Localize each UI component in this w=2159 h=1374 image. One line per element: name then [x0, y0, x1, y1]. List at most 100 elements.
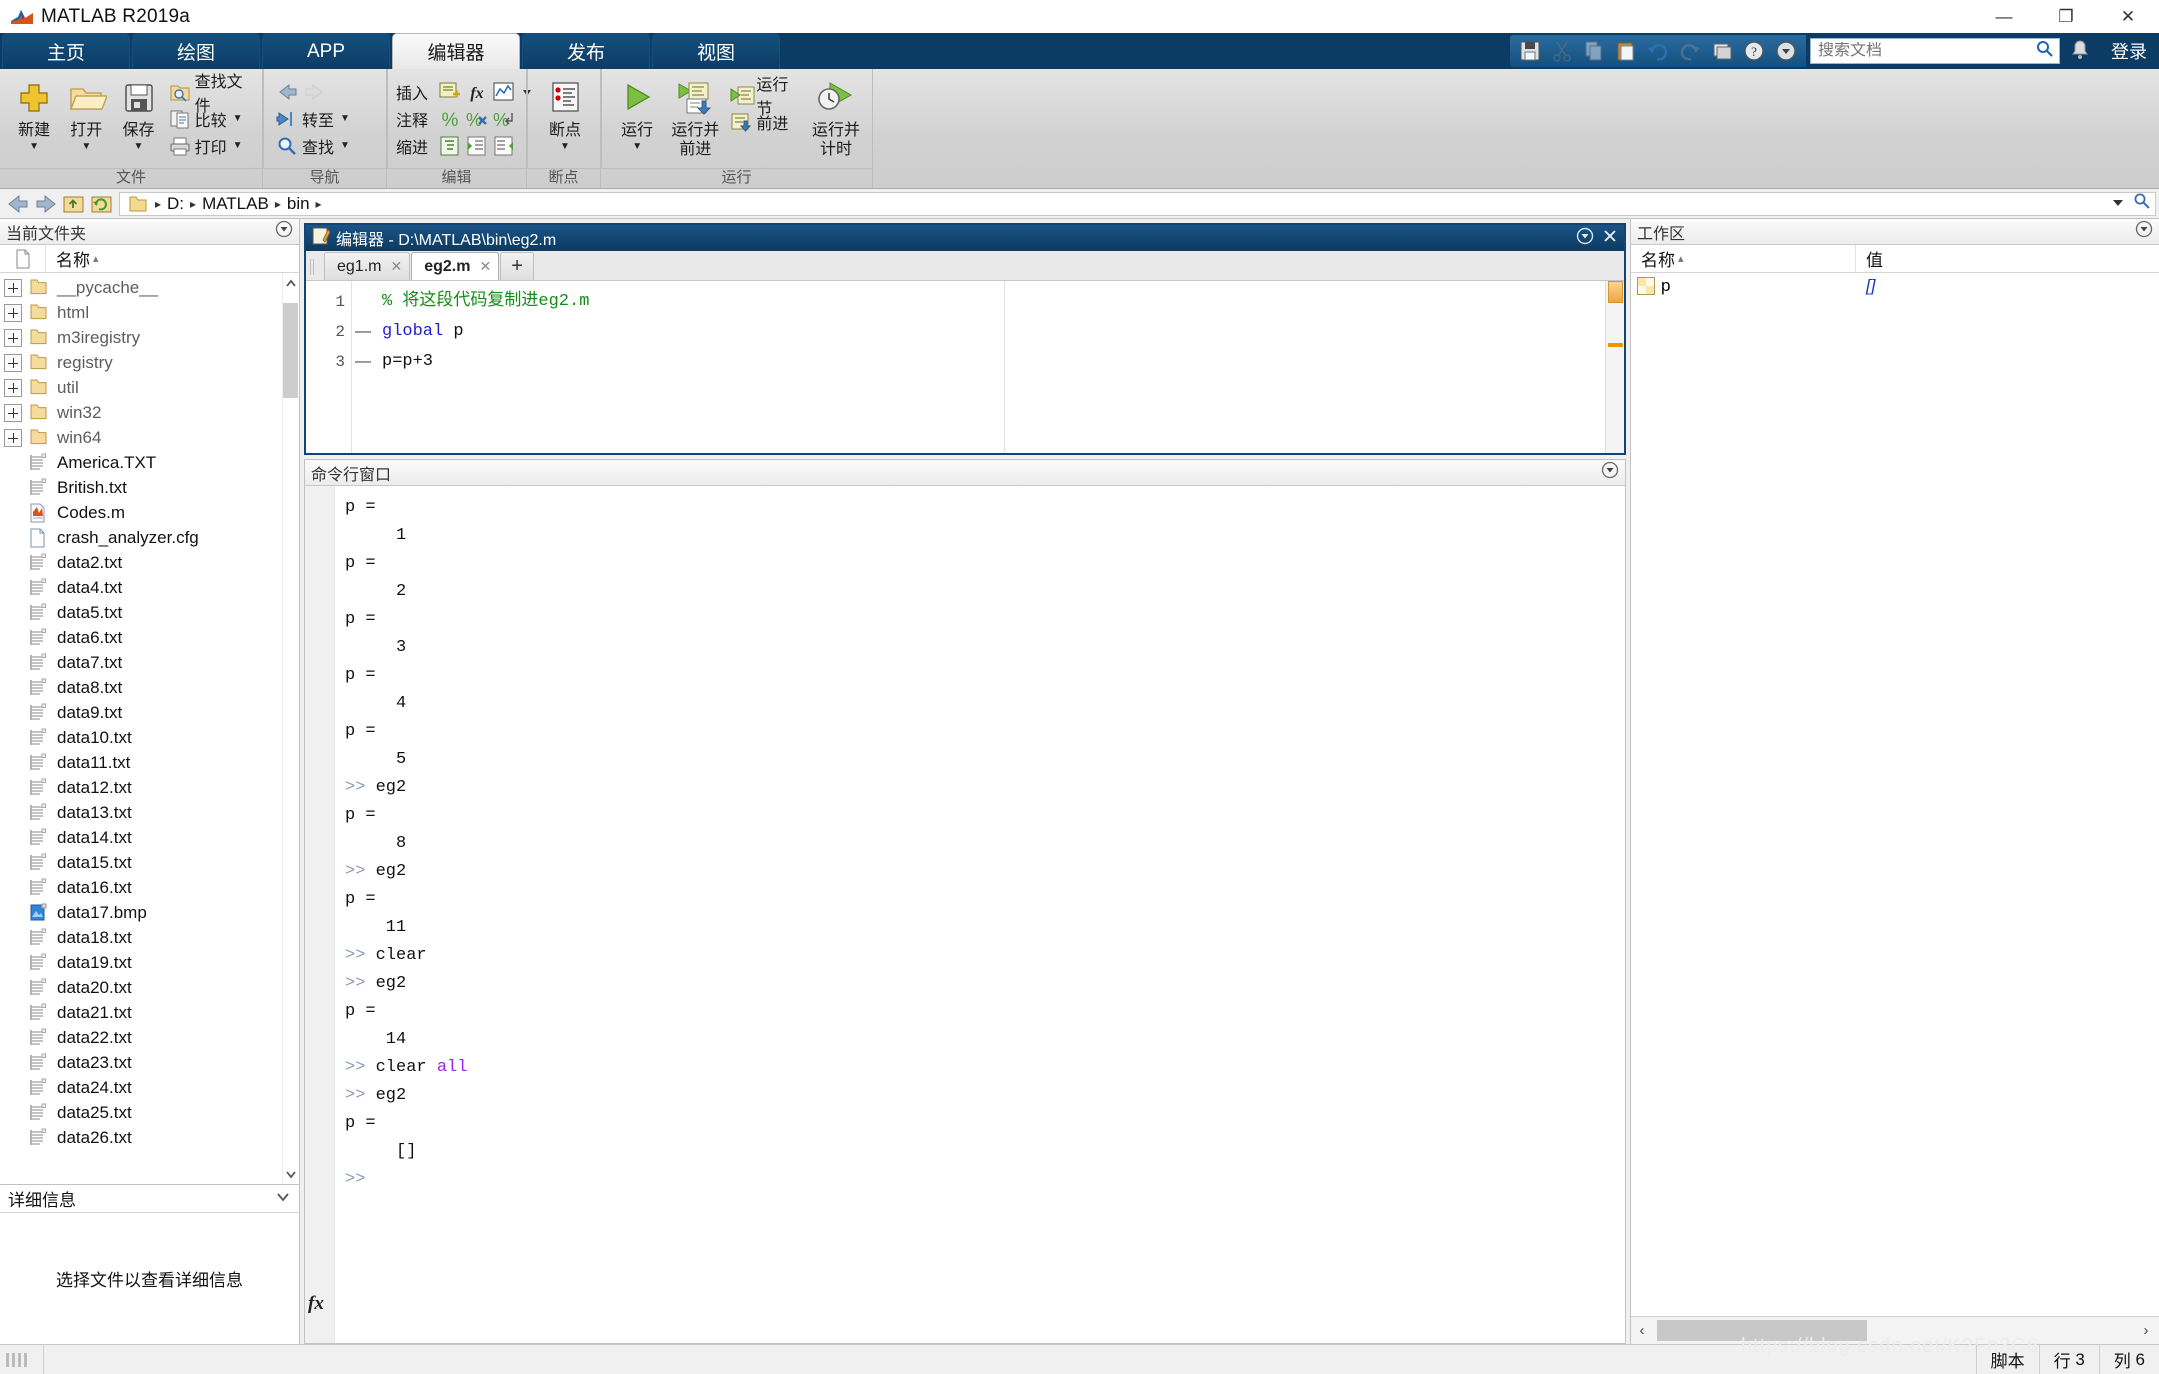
browse-icon[interactable] [2133, 192, 2151, 215]
wrap-comment-icon[interactable]: % [492, 107, 516, 131]
list-item[interactable]: data18.txt [0, 925, 299, 950]
breakpoint-caret[interactable]: ▼ [560, 141, 570, 153]
command-window-body[interactable]: fx p = 1 p = 2 p = 3 p = 4 p = 5 >> eg2 p = 8 >… [305, 486, 1625, 1343]
fx-icon[interactable]: fx [465, 80, 489, 104]
panel-menu-icon[interactable] [2135, 220, 2153, 243]
goto-caret[interactable]: ▼ [340, 113, 350, 124]
back-icon[interactable] [6, 193, 30, 215]
list-item[interactable]: data14.txt [0, 825, 299, 850]
file-list[interactable]: __pycache__ html m3iregistry registry util wi… [0, 273, 299, 1184]
open-button[interactable]: 打开 ▼ [60, 75, 112, 153]
run-button[interactable]: 运行 ▼ [610, 75, 664, 153]
tab-editor[interactable]: 编辑器 [392, 33, 520, 69]
list-item[interactable]: data19.txt [0, 950, 299, 975]
fx-icon[interactable]: fx [308, 1293, 324, 1315]
details-panel-header[interactable]: 详细信息 [0, 1185, 299, 1213]
workspace-scroll-thumb[interactable] [1657, 1320, 1867, 1341]
bell-icon[interactable] [2068, 38, 2094, 64]
save-button-caret[interactable]: ▼ [134, 141, 144, 153]
list-item[interactable]: data15.txt [0, 850, 299, 875]
indent-left-icon[interactable] [492, 134, 516, 158]
list-item[interactable]: data22.txt [0, 1025, 299, 1050]
find-button[interactable]: 查找 ▼ [272, 132, 354, 159]
breadcrumb-bin[interactable]: bin [284, 194, 313, 214]
workspace-name-column-header[interactable]: 名称 ▴ [1631, 245, 1856, 272]
breadcrumb-matlab[interactable]: MATLAB [199, 194, 272, 214]
list-item[interactable]: data20.txt [0, 975, 299, 1000]
list-item[interactable]: __pycache__ [0, 275, 299, 300]
search-icon[interactable] [2035, 39, 2055, 64]
tab-plots[interactable]: 绘图 [132, 33, 260, 69]
file-list-scrollbar[interactable] [282, 273, 299, 1184]
list-item[interactable]: data21.txt [0, 1000, 299, 1025]
minimize-button[interactable]: — [1973, 0, 2035, 33]
list-item[interactable]: data5.txt [0, 600, 299, 625]
documentation-search-box[interactable] [1810, 38, 2060, 64]
forward-icon[interactable] [34, 193, 58, 215]
chevron-down-icon[interactable] [2111, 194, 2125, 214]
list-item[interactable]: win32 [0, 400, 299, 425]
editor-tab-eg1[interactable]: eg1.m ✕ [324, 252, 411, 280]
save-button[interactable]: 保存 ▼ [112, 75, 164, 153]
list-item[interactable]: crash_analyzer.cfg [0, 525, 299, 550]
function-plot-icon[interactable] [492, 80, 516, 104]
expand-folder-icon[interactable] [4, 278, 22, 297]
status-bar-resize-grip[interactable] [0, 1345, 44, 1374]
file-type-column-header[interactable] [0, 245, 46, 272]
close-icon[interactable]: ✕ [390, 258, 402, 275]
list-item[interactable]: data11.txt [0, 750, 299, 775]
scroll-down-arrow[interactable] [283, 1165, 298, 1182]
workspace-variable-rows[interactable]: p [] [1631, 273, 2159, 1316]
undo-icon[interactable] [1645, 38, 1671, 64]
open-button-caret[interactable]: ▼ [81, 141, 91, 153]
list-item[interactable]: data10.txt [0, 725, 299, 750]
expand-folder-icon[interactable] [4, 403, 22, 422]
list-item[interactable]: data12.txt [0, 775, 299, 800]
list-item[interactable]: registry [0, 350, 299, 375]
expand-folder-icon[interactable] [4, 378, 22, 397]
maximize-button[interactable]: ❐ [2035, 0, 2097, 33]
close-icon[interactable]: ✕ [479, 258, 491, 275]
breakpoint-button[interactable]: 断点 ▼ [537, 75, 593, 153]
prompt-symbol[interactable]: >> [345, 1170, 365, 1189]
copy-icon[interactable] [1581, 38, 1607, 64]
editor-scrollbar[interactable] [1605, 281, 1624, 453]
scroll-left-arrow[interactable]: ‹ [1631, 1322, 1653, 1339]
list-item[interactable]: data7.txt [0, 650, 299, 675]
file-name-column-header[interactable]: 名称 ▴ [46, 246, 99, 271]
breakpoint-slot[interactable]: — [352, 347, 374, 377]
list-item[interactable]: data24.txt [0, 1075, 299, 1100]
panel-menu-icon[interactable] [275, 220, 293, 243]
list-item[interactable]: America.TXT [0, 450, 299, 475]
tab-home[interactable]: 主页 [2, 33, 130, 69]
tab-apps[interactable]: APP [262, 33, 390, 69]
breakpoint-slot[interactable] [352, 287, 374, 317]
tab-strip-grip[interactable] [310, 259, 316, 275]
compare-button[interactable]: 比较 ▼ [165, 105, 256, 132]
list-item[interactable]: data26.txt [0, 1125, 299, 1150]
expand-folder-icon[interactable] [4, 353, 22, 372]
list-item[interactable]: data16.txt [0, 875, 299, 900]
new-button[interactable]: 新建 ▼ [8, 75, 60, 153]
path-breadcrumb-bar[interactable]: ▸ D: ▸ MATLAB ▸ bin ▸ [119, 191, 2156, 216]
paste-icon[interactable] [1613, 38, 1639, 64]
run-caret[interactable]: ▼ [632, 141, 642, 153]
panel-menu-icon[interactable] [1576, 227, 1594, 250]
more-icon[interactable] [1773, 38, 1799, 64]
scroll-right-arrow[interactable]: › [2135, 1322, 2157, 1339]
run-time-button[interactable]: 运行并 计时 [806, 75, 866, 159]
indent-right-icon[interactable] [465, 134, 489, 158]
list-item[interactable]: data8.txt [0, 675, 299, 700]
compare-caret[interactable]: ▼ [233, 113, 243, 124]
tab-publish[interactable]: 发布 [522, 33, 650, 69]
smart-indent-icon[interactable] [438, 134, 462, 158]
save-icon[interactable] [1517, 38, 1543, 64]
editor-code-area[interactable]: 1 2 3 — — % 将这段代码复制进eg2.m global p p=p+3 [306, 281, 1624, 453]
list-item[interactable]: data13.txt [0, 800, 299, 825]
tab-view[interactable]: 视图 [652, 33, 780, 69]
list-item[interactable]: util [0, 375, 299, 400]
list-item[interactable]: data17.bmp [0, 900, 299, 925]
table-row[interactable]: p [] [1631, 273, 2159, 299]
find-files-button[interactable]: 查找文件 [165, 74, 256, 115]
list-item[interactable]: m3iregistry [0, 325, 299, 350]
